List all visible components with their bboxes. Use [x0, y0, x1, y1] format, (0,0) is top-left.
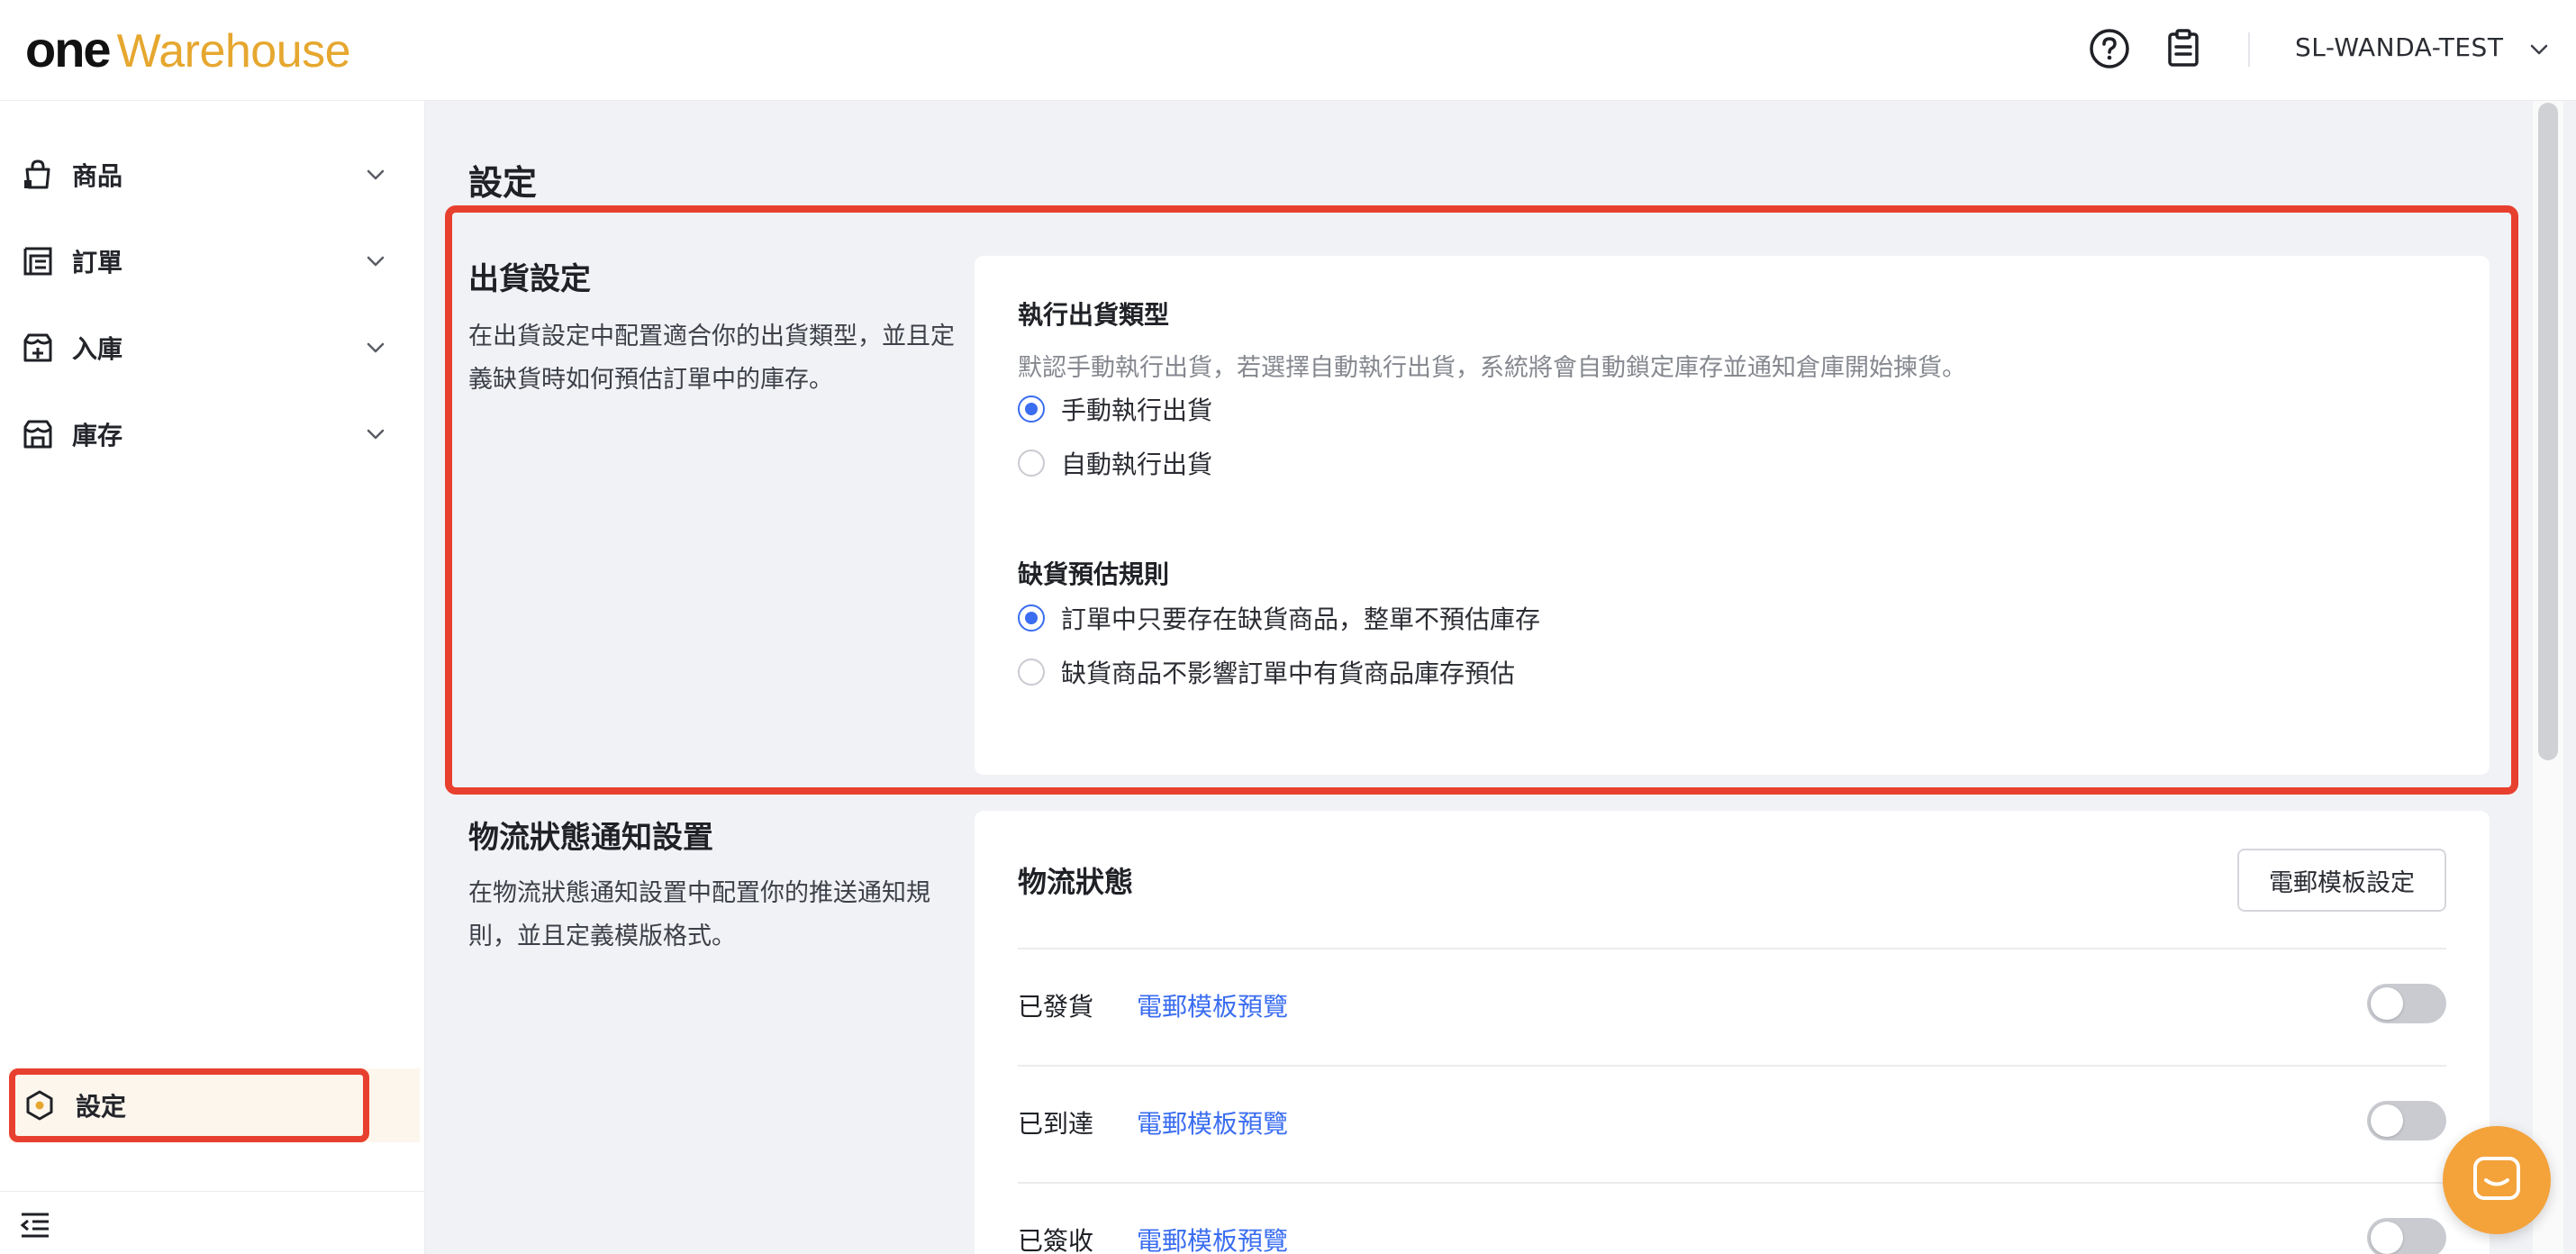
logistics-section-desc: 在物流狀態通知設置中配置你的推送通知規則，並且定義模版格式。 — [468, 879, 930, 950]
sidebar-item-label: 訂單 — [72, 248, 123, 277]
logo[interactable]: one Warehouse — [25, 20, 351, 77]
sidebar: 商品 訂單 入庫 庫存 設定 — [0, 101, 425, 1254]
settings-highlight-box — [9, 1068, 369, 1142]
toggle-signed[interactable] — [2367, 1218, 2446, 1254]
status-label-shipped: 已發貨 — [1018, 992, 1094, 1022]
sidebar-footer — [0, 1191, 425, 1254]
sidebar-item-label: 庫存 — [72, 421, 123, 450]
header-divider — [2248, 32, 2250, 67]
help-circle-icon[interactable] — [2088, 27, 2131, 70]
sidebar-item-label: 商品 — [72, 161, 123, 191]
logo-one-text: one — [25, 21, 112, 77]
row-divider — [1018, 1065, 2446, 1067]
sidebar-item-products[interactable]: 商品 — [0, 141, 425, 209]
top-header: one Warehouse SL-WANDA-TEST — [0, 0, 2576, 101]
logistics-status-title: 物流狀態 — [1018, 865, 1134, 899]
sidebar-item-inventory[interactable]: 庫存 — [0, 400, 425, 468]
logistics-section-title: 物流狀態通知設置 — [468, 820, 713, 856]
email-template-preview-link[interactable]: 電郵模板預覽 — [1137, 987, 1288, 1023]
scrollbar-thumb[interactable] — [2538, 103, 2558, 760]
logo-warehouse-text: Warehouse — [116, 25, 351, 77]
chat-button[interactable] — [2443, 1126, 2551, 1234]
toggle-arrived[interactable] — [2367, 1101, 2446, 1140]
collapse-menu-icon[interactable] — [20, 1212, 50, 1239]
email-template-preview-link[interactable]: 電郵模板預覽 — [1137, 1222, 1288, 1254]
chevron-down-icon — [367, 169, 385, 180]
sidebar-item-inbound[interactable]: 入庫 — [0, 314, 425, 382]
chevron-down-icon[interactable] — [2529, 40, 2549, 59]
user-name[interactable]: SL-WANDA-TEST — [2295, 32, 2503, 62]
status-label-arrived: 已到達 — [1018, 1109, 1094, 1139]
chevron-down-icon — [367, 256, 385, 267]
chat-icon — [2473, 1157, 2520, 1200]
row-divider — [1018, 1182, 2446, 1184]
shipping-highlight-box — [445, 205, 2518, 795]
bag-icon — [24, 159, 50, 189]
page-title: 設定 — [468, 163, 538, 203]
order-list-icon — [23, 247, 52, 276]
sidebar-item-label: 入庫 — [72, 334, 123, 364]
email-template-preview-link[interactable]: 電郵模板預覽 — [1137, 1104, 1288, 1140]
chevron-down-icon — [367, 342, 385, 353]
email-template-settings-button[interactable]: 電郵模板設定 — [2237, 849, 2446, 912]
clipboard-icon[interactable] — [2162, 27, 2205, 70]
sidebar-item-orders[interactable]: 訂單 — [0, 227, 425, 295]
toggle-shipped[interactable] — [2367, 984, 2446, 1023]
status-label-signed: 已簽收 — [1018, 1226, 1094, 1254]
logistics-status-card: 物流狀態 電郵模板設定 已發貨 電郵模板預覽 已到達 電郵模板預覽 已簽收 電郵… — [975, 811, 2490, 1254]
inbound-icon — [23, 333, 52, 362]
chevron-down-icon — [367, 429, 385, 440]
row-divider — [1018, 948, 2446, 950]
store-icon — [23, 420, 52, 449]
